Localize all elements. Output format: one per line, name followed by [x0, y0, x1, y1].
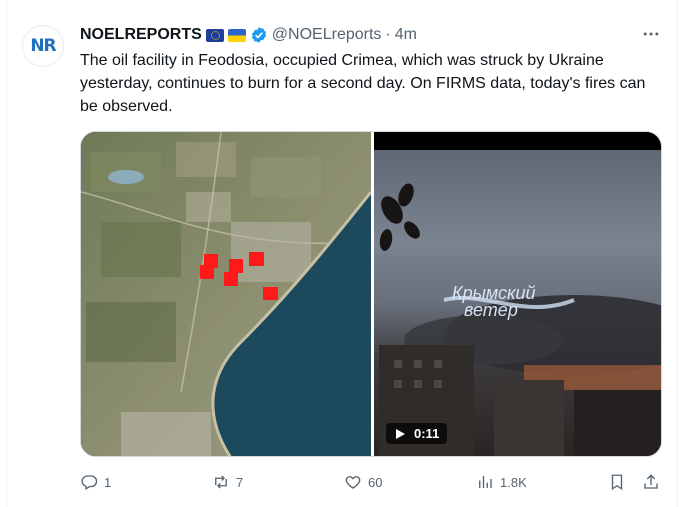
video-watermark: Крымский ветер — [452, 284, 536, 320]
video-duration-badge[interactable]: 0:11 — [386, 423, 448, 444]
time-separator: · — [385, 26, 391, 43]
fire-marker — [224, 272, 238, 286]
avatar-initials: NR — [30, 36, 56, 56]
reply-icon — [81, 475, 98, 490]
video-duration: 0:11 — [414, 426, 440, 441]
tweet-text: The oil facility in Feodosia, occupied C… — [80, 52, 646, 115]
like-count: 60 — [368, 474, 383, 490]
author-handle[interactable]: @NOELreports — [272, 26, 382, 44]
satellite-map-image[interactable] — [81, 132, 373, 456]
view-count: 1.8K — [500, 474, 527, 490]
repost-icon — [215, 475, 227, 489]
verified-icon — [251, 27, 266, 43]
ukraine-flag-icon — [227, 28, 246, 42]
reply-button[interactable]: 1 — [80, 473, 111, 491]
fire-marker — [249, 252, 264, 266]
bookmark-icon — [611, 474, 623, 491]
bookmark-button[interactable] — [608, 473, 626, 491]
watermark-line2: ветер — [464, 300, 518, 320]
tweet-header: NOELREPORTS @NOELreports · 4m — [80, 23, 417, 47]
share-button[interactable] — [642, 473, 660, 491]
avatar[interactable]: NR — [22, 25, 64, 67]
more-icon[interactable] — [640, 24, 662, 44]
satellite-map-graphic — [81, 132, 373, 456]
video-player[interactable]: Крымский ветер 0:11 — [374, 132, 661, 456]
action-bar: 1 7 60 1.8K — [80, 471, 662, 493]
author-name[interactable]: NOELREPORTS — [80, 26, 202, 44]
fire-marker — [200, 265, 214, 279]
post-time[interactable]: 4m — [395, 26, 417, 44]
share-icon — [644, 474, 658, 489]
like-icon — [345, 476, 361, 489]
eu-flag-icon — [205, 28, 224, 42]
repost-count: 7 — [236, 474, 244, 490]
video-thumbnail[interactable]: Крымский ветер — [374, 150, 661, 456]
play-icon[interactable] — [394, 428, 406, 440]
reply-count: 1 — [104, 474, 112, 490]
repost-button[interactable]: 7 — [212, 473, 243, 491]
views-button[interactable]: 1.8K — [476, 473, 527, 491]
views-icon — [479, 476, 492, 488]
media-grid[interactable]: Крымский ветер 0:11 — [80, 131, 662, 457]
fire-marker — [229, 259, 243, 273]
like-button[interactable]: 60 — [344, 473, 382, 491]
fire-marker — [263, 287, 278, 300]
